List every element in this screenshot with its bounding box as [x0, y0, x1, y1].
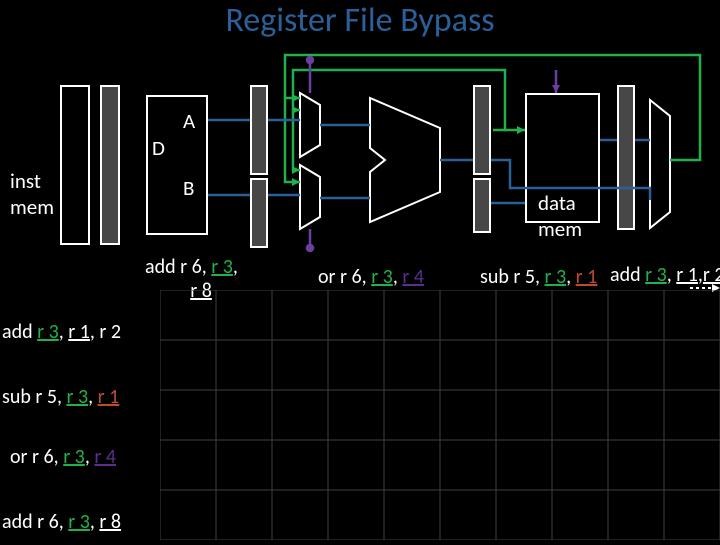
pl-stage-ex: or r 6, r 3, r 4	[318, 265, 424, 289]
pipe-reg-id-b	[250, 178, 268, 248]
pipe-reg-ex-a	[473, 85, 491, 175]
pipe-reg-mem	[617, 85, 635, 230]
pipe-reg-if	[100, 85, 120, 245]
prog-3: add r 6, r 3, r 8	[2, 510, 121, 534]
port-d: D	[152, 135, 165, 161]
inst-mem	[60, 85, 90, 245]
prog-1: sub r 5, r 3, r 1	[2, 385, 119, 409]
port-a: A	[183, 108, 195, 134]
page-title: Register File Bypass	[0, 0, 720, 41]
timing-grid	[160, 290, 720, 540]
data-mem-label: data mem	[538, 190, 582, 242]
inst-mem-label: inst mem	[10, 168, 54, 220]
regfile	[146, 95, 208, 235]
pl-stage-mem: sub r 5, r 3, r 1	[480, 265, 597, 289]
prog-0: add r 3, r 1, r 2	[2, 320, 121, 344]
pipe-reg-id-a	[250, 85, 268, 175]
pl-stage-wb: add r 3, r 1,r 2	[610, 263, 720, 287]
pipe-reg-ex-b	[473, 178, 491, 233]
prog-2: or r 6, r 3, r 4	[10, 445, 116, 469]
port-b: B	[183, 175, 194, 201]
